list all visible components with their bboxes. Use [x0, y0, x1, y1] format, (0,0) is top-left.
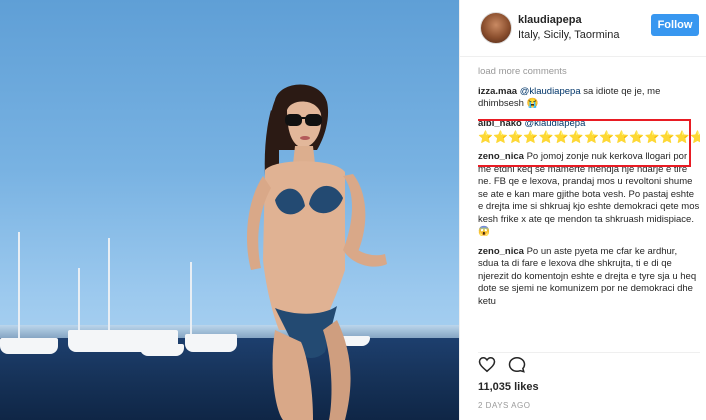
comment-author[interactable]: zeno_nica [478, 246, 524, 257]
boat-mast [18, 232, 20, 342]
person-figure [247, 84, 387, 420]
highlight-box [478, 119, 691, 167]
follow-button[interactable]: Follow [651, 14, 699, 36]
username[interactable]: klaudiapepa [518, 14, 582, 26]
comment-icon[interactable] [508, 356, 526, 373]
comment: izza.maa @klaudiapepa sa idiote qe je, m… [478, 86, 700, 111]
comment-mention[interactable]: @klaudiapepa [520, 86, 581, 97]
divider [478, 352, 700, 353]
post-timestamp[interactable]: 2 DAYS AGO [478, 401, 530, 410]
avatar[interactable] [480, 12, 512, 44]
like-count[interactable]: 11,035 likes [478, 381, 539, 393]
post-photo[interactable] [0, 0, 459, 420]
boat [0, 338, 58, 354]
post-header: klaudiapepa Italy, Sicily, Taormina Foll… [460, 0, 706, 57]
post-sidebar: klaudiapepa Italy, Sicily, Taormina Foll… [459, 0, 706, 420]
comment: zeno_nica Po un aste pyeta me cfar ke ar… [478, 246, 700, 309]
heart-icon[interactable] [478, 356, 496, 373]
comment-list: load more comments izza.maa @klaudiapepa… [478, 66, 700, 352]
boat-mast [108, 238, 110, 342]
boat-mast [190, 262, 192, 342]
boat [140, 344, 184, 356]
comment-author[interactable]: izza.maa [478, 86, 517, 97]
load-more-comments-link[interactable]: load more comments [478, 66, 700, 79]
location[interactable]: Italy, Sicily, Taormina [518, 29, 619, 41]
